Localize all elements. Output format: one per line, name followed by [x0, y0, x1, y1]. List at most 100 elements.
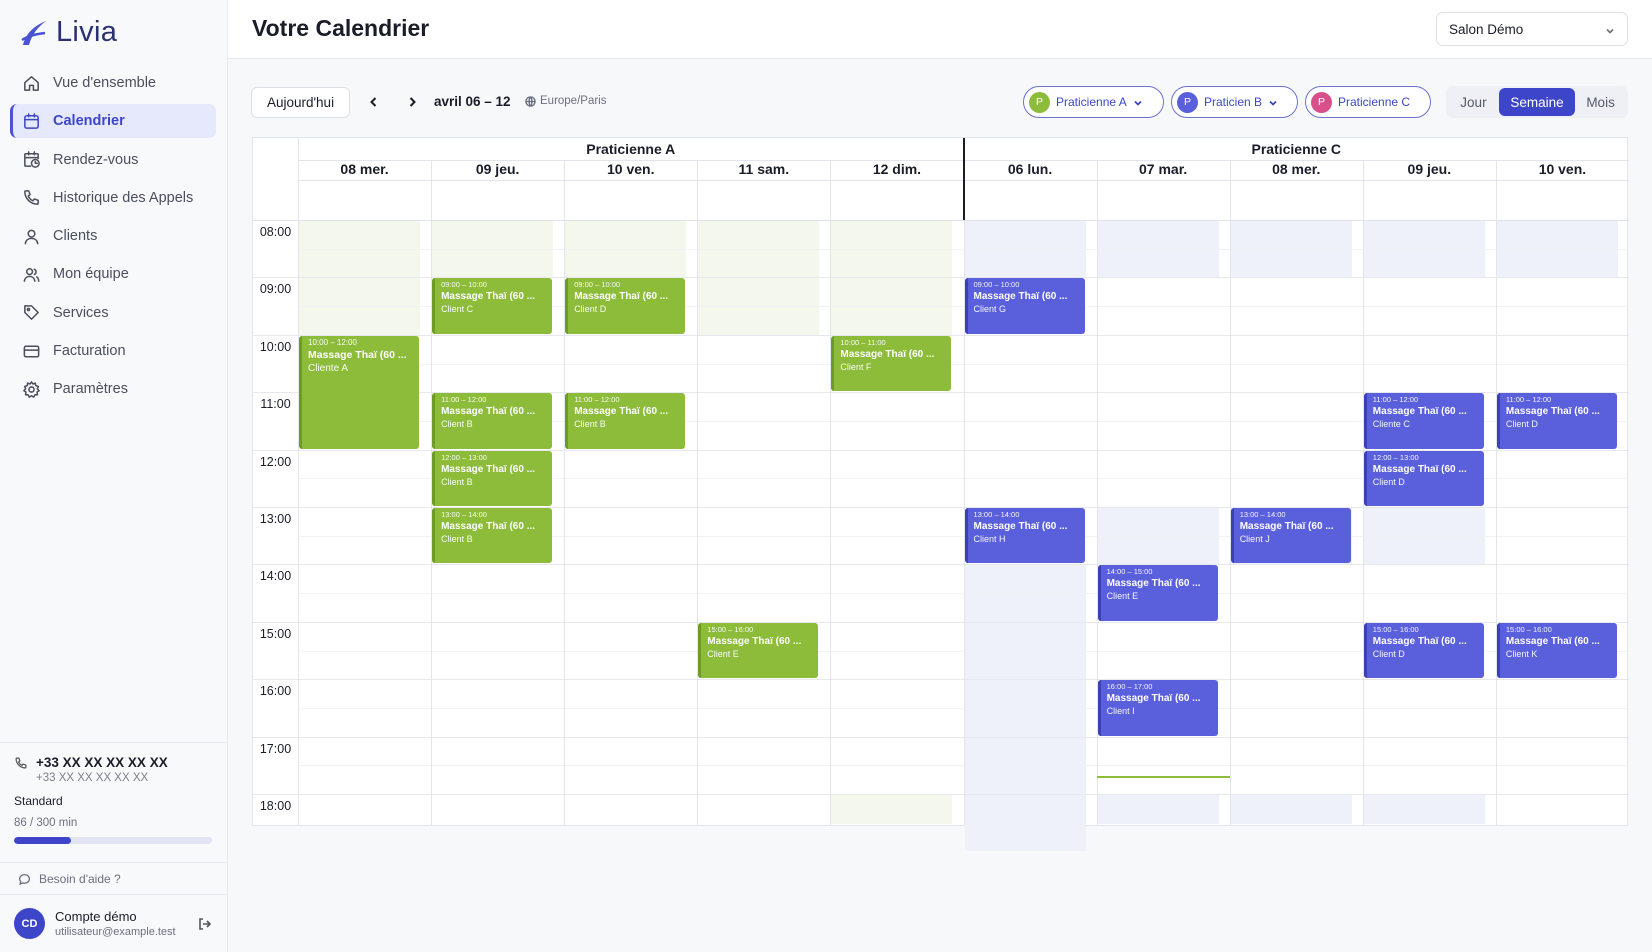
- sidebar-item-settings[interactable]: Paramètres: [10, 372, 216, 406]
- sidebar-item-calendar[interactable]: Calendrier: [10, 104, 216, 139]
- appointment-event[interactable]: 09:00 – 10:00 Massage Thaï (60 ... Client …: [565, 278, 686, 334]
- practitioner-filter-c[interactable]: P Praticienne C: [1305, 86, 1431, 118]
- logo[interactable]: Livia: [20, 16, 117, 49]
- appointment-time: 14:00 – 15:00: [1106, 567, 1153, 577]
- sidebar-item-label: Vue d'ensemble: [53, 75, 156, 91]
- unavailable-shade: [1097, 794, 1219, 824]
- sidebar-item-label: Rendez-vous: [53, 151, 139, 168]
- appointment-title: Massage Thaï (60 ...: [574, 291, 669, 303]
- today-button[interactable]: Aujourd'hui: [251, 87, 350, 118]
- sidebar-item-appointments[interactable]: Rendez-vous: [10, 143, 216, 177]
- appointment-event[interactable]: 12:00 – 13:00 Massage Thaï (60 ... Client …: [432, 450, 553, 506]
- appointment-time: 15:00 – 16:00: [1372, 624, 1419, 634]
- chevron-down-icon: [1268, 97, 1278, 107]
- avatar[interactable]: CD: [14, 908, 45, 939]
- calendar-icon: [22, 112, 41, 131]
- sidebar-item-team[interactable]: Mon équipe: [10, 257, 216, 291]
- help-text: Besoin d'aide ?: [39, 872, 121, 886]
- sidebar-nav: Vue d'ensemble Calendrier Rendez-vous Hi…: [10, 66, 216, 411]
- help-link[interactable]: Besoin d'aide ?: [0, 862, 227, 895]
- chevron-down-icon: [1133, 97, 1143, 107]
- sidebar-item-label: Paramètres: [53, 381, 128, 398]
- appointment-time: 13:00 – 14:00: [973, 510, 1020, 519]
- usage-text: 86 / 300 min: [14, 817, 78, 829]
- appointment-event[interactable]: 14:00 – 15:00 Massage Thaï (60 ... Client …: [1097, 565, 1218, 621]
- chevron-down-icon: [1605, 24, 1615, 34]
- appointment-event[interactable]: 15:00 – 16:00 Massage Thaï (60 ... Client …: [698, 622, 819, 679]
- header-divider: [253, 220, 1629, 221]
- appointment-event[interactable]: 15:00 – 16:00 Massage Thaï (60 ... Client …: [1363, 622, 1484, 679]
- phone-number: +33 XX XX XX XX XX: [36, 755, 168, 770]
- appointment-event[interactable]: 13:00 – 14:00 Massage Thaï (60 ... Client …: [432, 508, 553, 564]
- sidebar-item-services[interactable]: Services: [10, 296, 216, 330]
- sidebar-item-billing[interactable]: Facturation: [10, 334, 216, 368]
- practitioner-header: Praticienne A: [586, 141, 676, 157]
- appointment-title: Massage Thaï (60 ...: [1505, 635, 1600, 647]
- appointment-event[interactable]: 12:00 – 13:00 Massage Thaï (60 ... Client …: [1363, 450, 1484, 506]
- sidebar-item-overview[interactable]: Vue d'ensemble: [10, 66, 216, 100]
- appointment-title: Massage Thaï (60 ...: [973, 291, 1068, 303]
- appointment-event[interactable]: 15:00 – 16:00 Massage Thaï (60 ... Client …: [1496, 622, 1617, 679]
- appointment-event[interactable]: 13:00 – 14:00 Massage Thaï (60 ... Client …: [1230, 508, 1351, 564]
- next-week-button[interactable]: [401, 91, 423, 113]
- appointment-title: Massage Thaï (60 ...: [1239, 521, 1334, 532]
- account-name: Compte démo: [55, 909, 137, 924]
- time-label: 08:00: [259, 225, 292, 239]
- time-label: 11:00: [260, 397, 291, 412]
- time-label: 12:00: [259, 454, 292, 469]
- appointment-title: Massage Thaï (60 ...: [840, 348, 935, 360]
- appointment-client: Client F: [840, 361, 872, 372]
- appointment-time: 15:00 – 16:00: [707, 624, 754, 634]
- logout-icon[interactable]: [197, 916, 213, 932]
- account-email: utilisateur@example.test: [55, 926, 176, 938]
- day-header: 06 lun.: [1007, 161, 1053, 177]
- timezone-label: Europe/Paris: [540, 95, 607, 107]
- appointment-event[interactable]: 09:00 – 10:00 Massage Thaï (60 ... Client …: [964, 278, 1085, 334]
- day-divider: [1229, 160, 1231, 825]
- sidebar-item-label: Facturation: [53, 343, 126, 360]
- appointment-time: 10:00 – 12:00: [308, 337, 357, 347]
- day-header: 08 mer.: [340, 161, 389, 177]
- hour-line: [253, 736, 1629, 738]
- time-label: 14:00: [259, 569, 292, 584]
- view-day-button[interactable]: Jour: [1448, 88, 1499, 116]
- appointment-event[interactable]: 16:00 – 17:00 Massage Thaï (60 ... Client …: [1097, 680, 1218, 736]
- appointment-title: Massage Thaï (60 ...: [1106, 693, 1201, 705]
- practitioner-filter-a[interactable]: P Praticienne A: [1023, 86, 1164, 118]
- view-month-button[interactable]: Mois: [1575, 88, 1626, 116]
- appointment-event[interactable]: 11:00 – 12:00 Massage Thaï (60 ... Cliente…: [1363, 393, 1484, 449]
- hour-line: [253, 564, 1629, 566]
- phone-icon: [22, 188, 41, 207]
- sidebar-item-clients[interactable]: Clients: [10, 219, 216, 253]
- home-icon: [22, 74, 41, 93]
- sidebar-item-label: Historique des Appels: [53, 189, 194, 206]
- appointment-title: Massage Thaï (60 ...: [1372, 406, 1467, 418]
- appointment-client: Client I: [1106, 706, 1135, 717]
- account-info: Compte démo utilisateur@example.test: [55, 909, 176, 938]
- appointment-event[interactable]: 09:00 – 10:00 Massage Thaï (60 ... Client …: [432, 278, 553, 334]
- appointment-event[interactable]: 11:00 – 12:00 Massage Thaï (60 ... Client …: [1496, 393, 1617, 449]
- appointment-event[interactable]: 13:00 – 14:00 Massage Thaï (60 ... Client …: [964, 508, 1085, 564]
- view-switcher: Jour Semaine Mois: [1446, 86, 1628, 118]
- previous-week-button[interactable]: [363, 91, 385, 113]
- phone-number-row: +33 XX XX XX XX XX: [14, 755, 213, 770]
- practitioner-avatar: P: [1177, 91, 1198, 113]
- appointment-client: Client D: [574, 304, 607, 315]
- appointment-time: 09:00 – 10:00: [441, 280, 487, 290]
- chevron-right-icon: [409, 97, 416, 107]
- appointment-time: 11:00 – 12:00: [574, 395, 620, 405]
- salon-select[interactable]: Salon Démo: [1436, 12, 1628, 46]
- credit-card-icon: [22, 342, 41, 361]
- appointment-time: 10:00 – 11:00: [840, 337, 886, 347]
- appointment-title: Massage Thaï (60 ...: [707, 635, 802, 647]
- appointment-event[interactable]: 11:00 – 12:00 Massage Thaï (60 ... Client …: [565, 393, 686, 449]
- sidebar-item-label: Clients: [53, 228, 98, 245]
- date-range: avril 06 – 12: [434, 94, 511, 109]
- time-label: 15:00: [259, 626, 292, 641]
- view-week-button[interactable]: Semaine: [1498, 88, 1576, 116]
- appointment-event[interactable]: 11:00 – 12:00 Massage Thaï (60 ... Client …: [432, 393, 553, 449]
- appointment-event[interactable]: 10:00 – 12:00 Massage Thaï (60 ... Cliente…: [299, 335, 420, 449]
- appointment-event[interactable]: 10:00 – 11:00 Massage Thaï (60 ... Client …: [831, 335, 952, 392]
- practitioner-filter-b[interactable]: P Praticien B: [1171, 86, 1298, 118]
- sidebar-item-call-history[interactable]: Historique des Appels: [10, 181, 216, 215]
